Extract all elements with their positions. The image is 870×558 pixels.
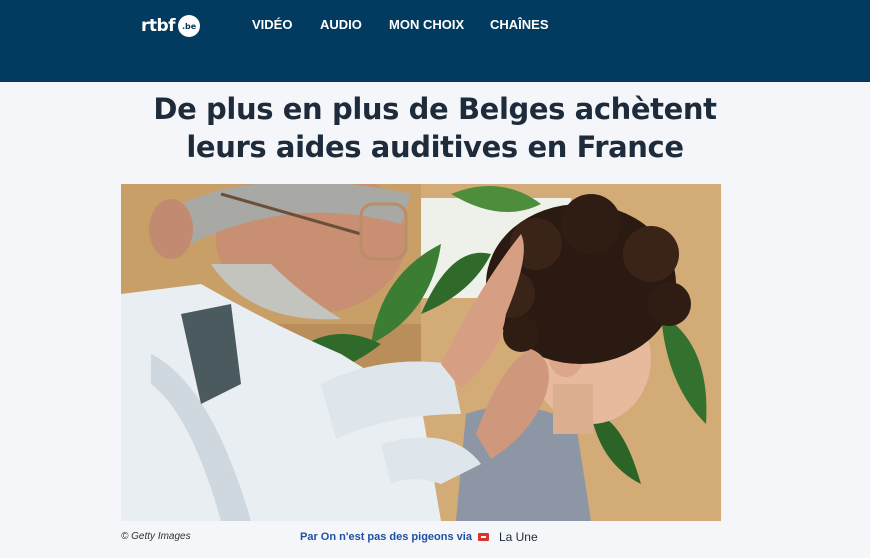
article-byline: Par On n'est pas des pigeons via La Une xyxy=(300,530,538,544)
article-title-line-2: leurs aides auditives en France xyxy=(186,130,684,164)
article-hero-image xyxy=(121,184,721,521)
image-credit: © Getty Images xyxy=(121,531,191,542)
byline-author[interactable]: Par On n'est pas des pigeons via xyxy=(300,531,472,543)
article-title-line-1: De plus en plus de Belges achètent xyxy=(153,92,717,126)
logo-wordmark: rtbf xyxy=(141,16,176,36)
top-navigation-bar: rtbf .be VIDÉO AUDIO MON CHOIX CHAÎNES xyxy=(0,0,870,82)
nav-item-mon-choix[interactable]: MON CHOIX xyxy=(389,17,464,33)
hearing-aid-fitting-photo xyxy=(121,184,721,521)
article-title: De plus en plus de Belges achètent leurs… xyxy=(90,90,780,166)
rtbf-logo[interactable]: rtbf .be xyxy=(141,15,201,37)
logo-badge: .be xyxy=(178,15,201,37)
la-une-channel-icon xyxy=(477,533,489,541)
byline-source[interactable]: La Une xyxy=(499,530,538,544)
nav-item-audio[interactable]: AUDIO xyxy=(320,17,362,33)
nav-item-chaines[interactable]: CHAÎNES xyxy=(490,17,549,33)
nav-item-video[interactable]: VIDÉO xyxy=(252,17,292,33)
